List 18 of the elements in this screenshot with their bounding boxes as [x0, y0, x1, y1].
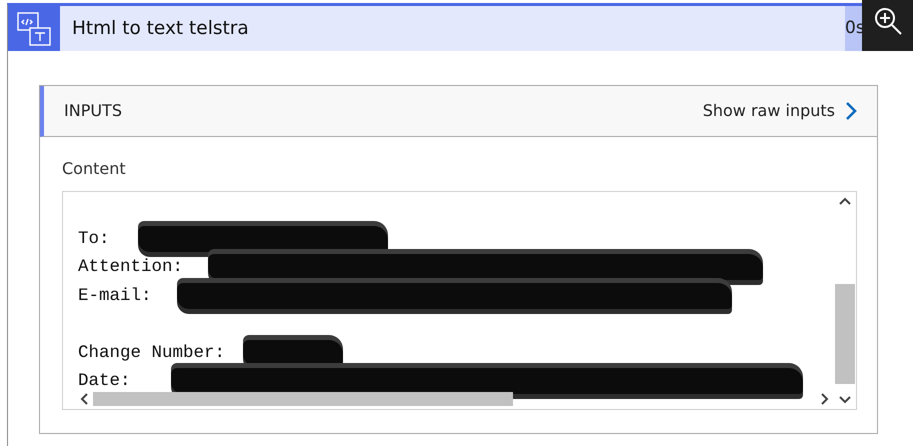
line-label: To: [78, 228, 110, 251]
action-title: Html to text telstra [72, 16, 249, 41]
horizontal-scrollbar-thumb[interactable] [93, 392, 513, 406]
chevron-right-icon [845, 101, 857, 121]
field-label: Content [62, 158, 126, 180]
vertical-scrollbar-thumb[interactable] [835, 284, 855, 384]
line-label: Date: [78, 370, 131, 394]
scroll-left-icon[interactable] [79, 392, 89, 406]
scroll-down-icon[interactable] [838, 395, 852, 405]
line-label: E-mail: [78, 284, 152, 308]
scroll-up-icon[interactable] [838, 196, 852, 206]
show-raw-inputs-link[interactable]: Show raw inputs [702, 99, 857, 123]
scroll-right-icon[interactable] [820, 392, 830, 406]
html-to-text-icon [15, 10, 53, 48]
line-label: Change Number: [78, 342, 226, 365]
section-title: INPUTS [64, 100, 123, 122]
zoom-in-icon[interactable] [872, 6, 902, 36]
line-label: Attention: [78, 256, 184, 280]
